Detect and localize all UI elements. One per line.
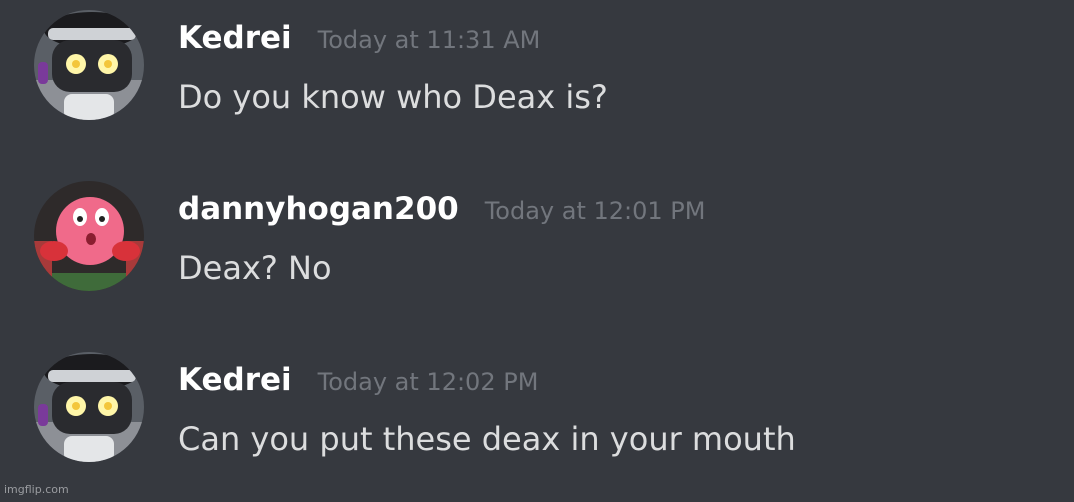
timestamp: Today at 12:02 PM bbox=[317, 368, 539, 396]
message-header: Kedrei Today at 11:31 AM bbox=[178, 20, 540, 60]
watermark: imgflip.com bbox=[4, 483, 69, 496]
message-group: Kedrei Today at 12:02 PM Can you put the… bbox=[0, 352, 1074, 502]
username[interactable]: dannyhogan200 bbox=[178, 191, 459, 227]
message-text: Deax? No bbox=[178, 249, 332, 287]
message-header: Kedrei Today at 12:02 PM bbox=[178, 362, 538, 402]
robot-avatar-icon[interactable] bbox=[34, 10, 144, 120]
timestamp: Today at 12:01 PM bbox=[484, 197, 706, 225]
kirby-avatar-icon[interactable] bbox=[34, 181, 144, 291]
username[interactable]: Kedrei bbox=[178, 20, 292, 56]
username[interactable]: Kedrei bbox=[178, 362, 292, 398]
message-text: Can you put these deax in your mouth bbox=[178, 420, 796, 458]
chat-messages: Kedrei Today at 11:31 AM Do you know who… bbox=[0, 0, 1074, 500]
robot-avatar-icon[interactable] bbox=[34, 352, 144, 462]
message-group: dannyhogan200 Today at 12:01 PM Deax? No bbox=[0, 181, 1074, 331]
message-header: dannyhogan200 Today at 12:01 PM bbox=[178, 191, 705, 231]
message-group: Kedrei Today at 11:31 AM Do you know who… bbox=[0, 10, 1074, 160]
message-text: Do you know who Deax is? bbox=[178, 78, 608, 116]
timestamp: Today at 11:31 AM bbox=[317, 26, 541, 54]
